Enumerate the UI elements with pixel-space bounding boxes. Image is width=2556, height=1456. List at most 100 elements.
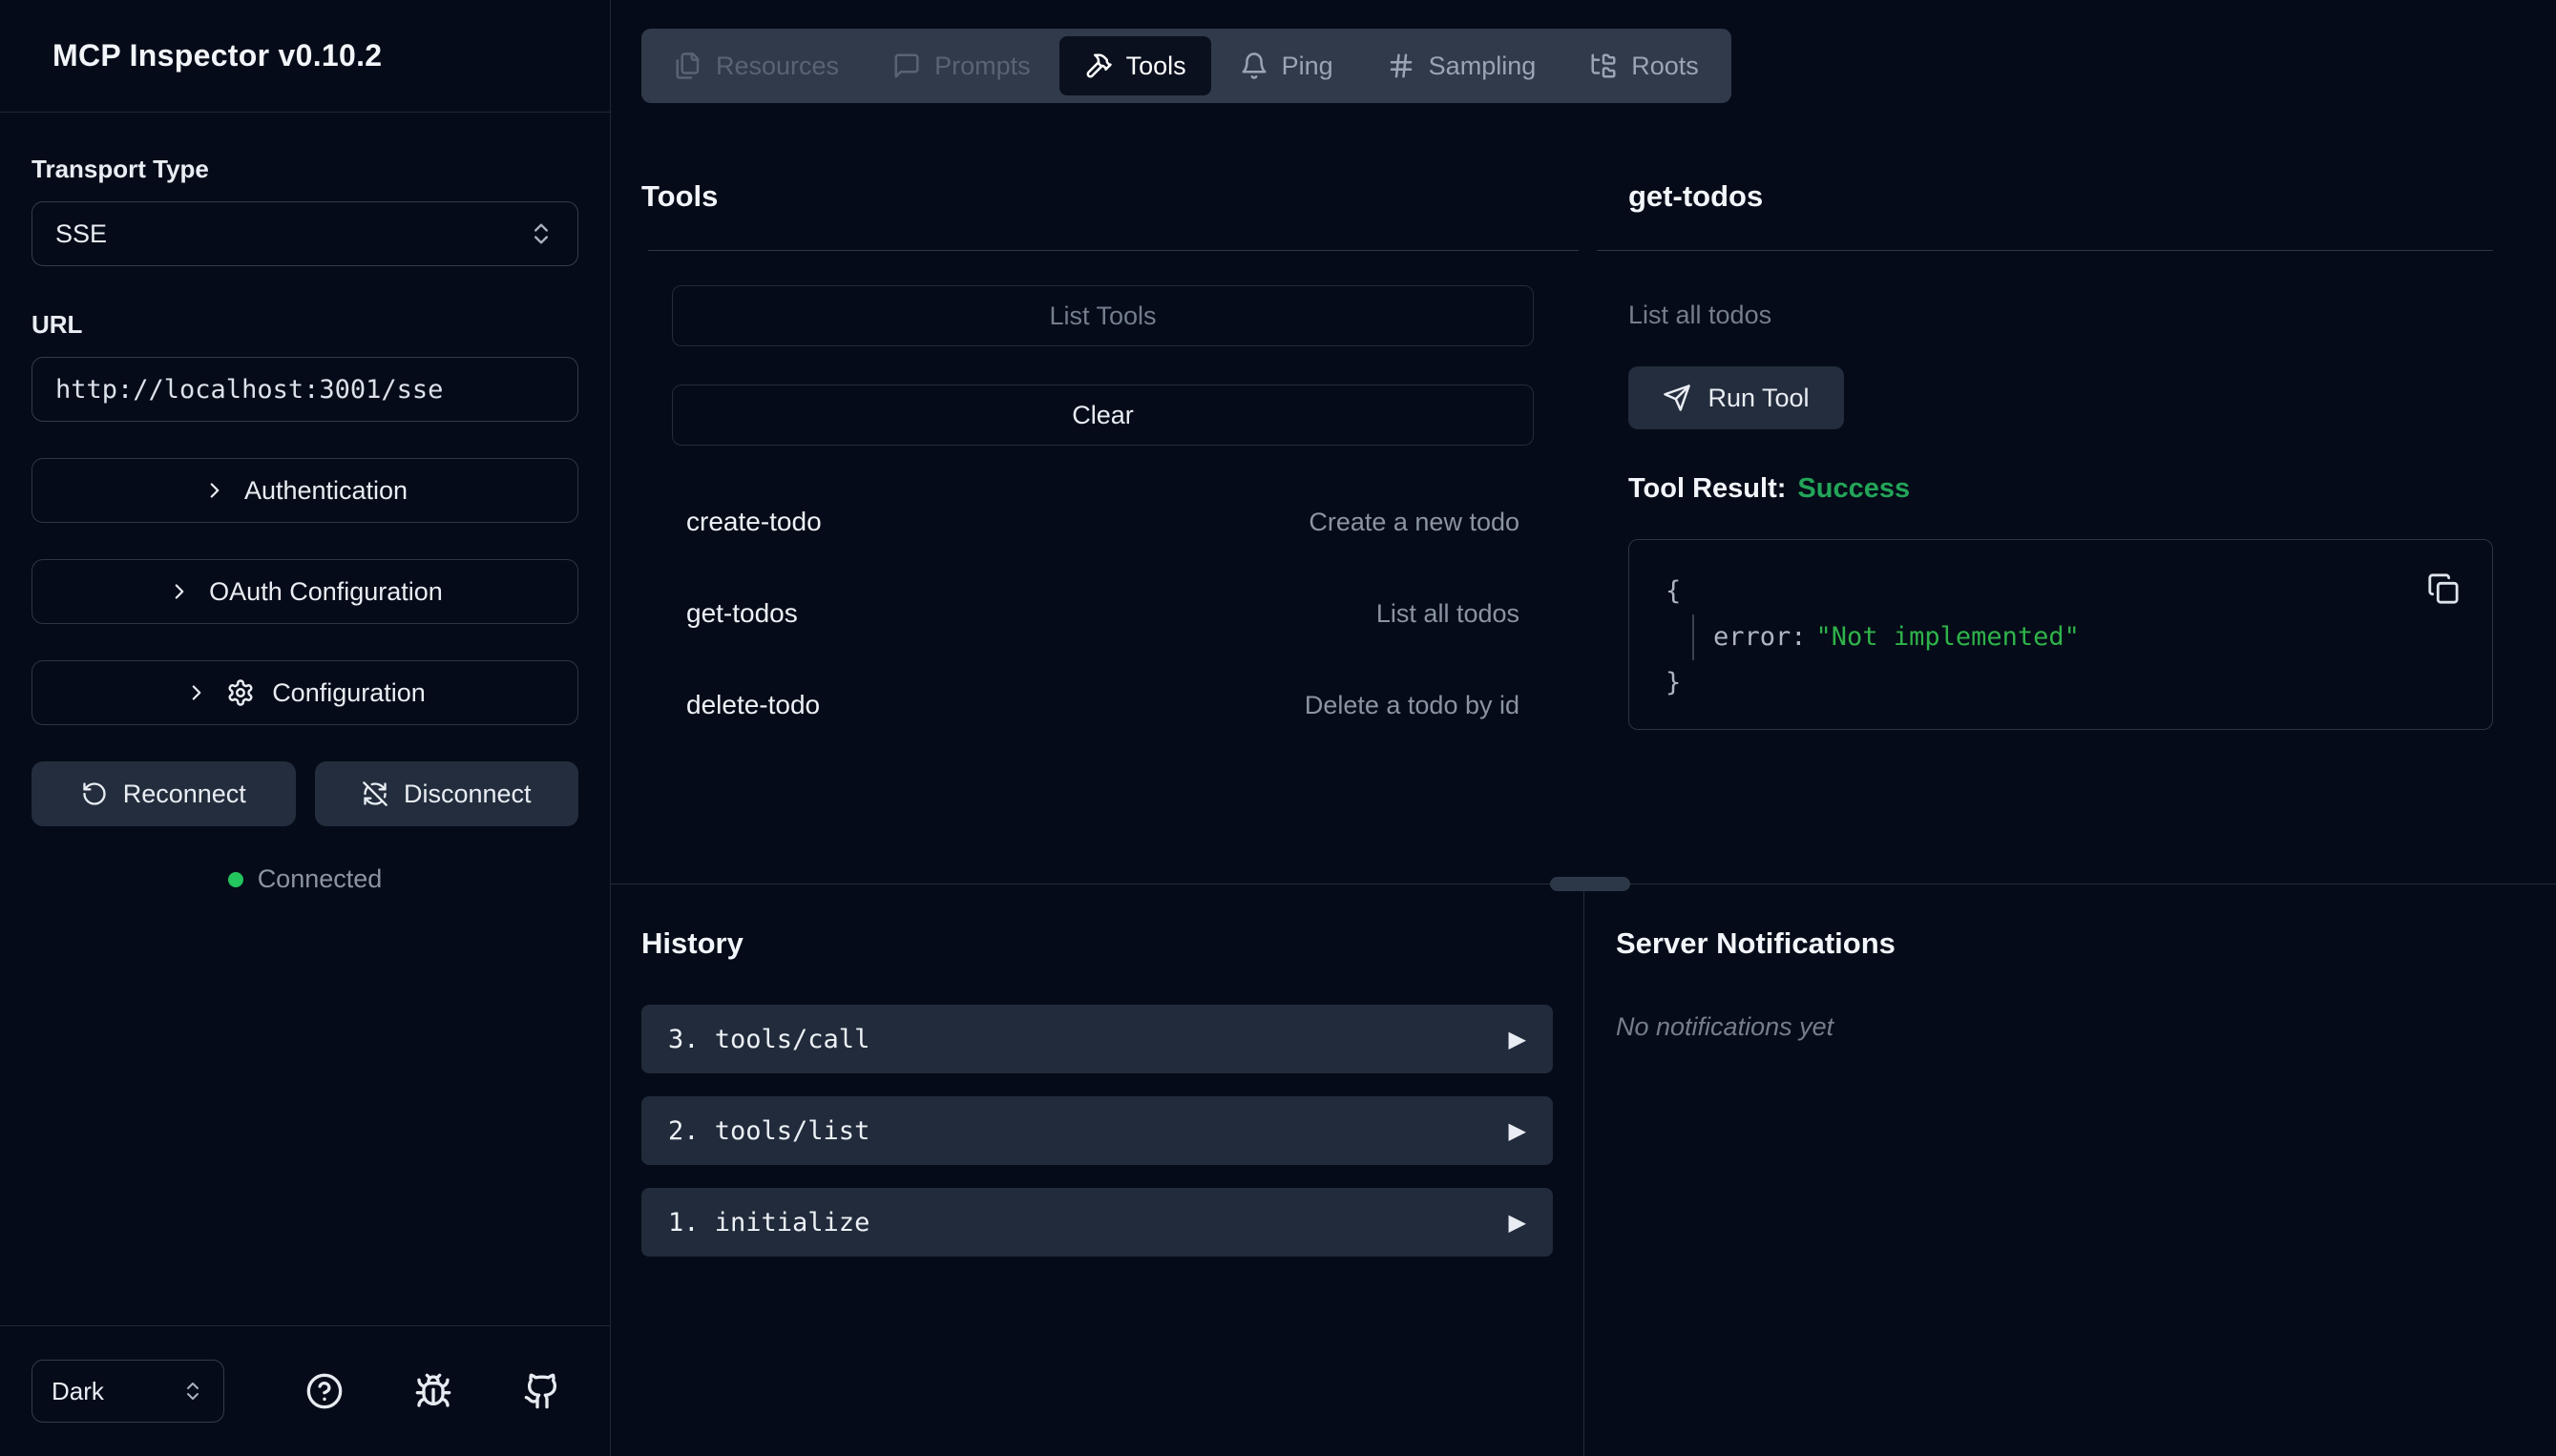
message-square-icon xyxy=(892,52,921,80)
folder-tree-icon xyxy=(1589,52,1618,80)
transport-type-select[interactable]: SSE xyxy=(31,201,578,266)
tabbar-wrap: Resources Prompts Tools xyxy=(611,0,2556,103)
authentication-button[interactable]: Authentication xyxy=(31,458,578,523)
status-text: Connected xyxy=(258,864,383,894)
oauth-configuration-button[interactable]: OAuth Configuration xyxy=(31,559,578,624)
caret-right-icon: ▶ xyxy=(1509,1117,1526,1144)
code-string-value: "Not implemented" xyxy=(1816,614,2080,660)
transport-type-label: Transport Type xyxy=(31,155,578,184)
tab-label: Sampling xyxy=(1429,52,1537,81)
theme-select[interactable]: Dark xyxy=(31,1360,224,1423)
tool-description: Delete a todo by id xyxy=(1305,691,1519,720)
reconnect-button[interactable]: Reconnect xyxy=(31,761,296,826)
copy-icon xyxy=(2427,572,2460,605)
top-panels: Resources Prompts Tools xyxy=(611,0,2556,884)
tool-name: create-todo xyxy=(686,507,822,537)
tool-row-get-todos[interactable]: get-todos List all todos xyxy=(672,568,1534,659)
tab-bar: Resources Prompts Tools xyxy=(641,29,1731,103)
tab-prompts[interactable]: Prompts xyxy=(868,36,1056,95)
tool-detail-panel: get-todos List all todos Run Tool Tool R… xyxy=(1584,103,2556,884)
bug-icon xyxy=(414,1372,452,1410)
tool-name: get-todos xyxy=(686,598,798,629)
code-open-brace: { xyxy=(1666,569,1681,614)
url-input[interactable]: http://localhost:3001/sse xyxy=(31,357,578,422)
refresh-off-icon xyxy=(362,780,388,807)
tool-description: Create a new todo xyxy=(1309,508,1519,537)
oauth-configuration-label: OAuth Configuration xyxy=(209,577,443,607)
indent-guide xyxy=(1692,614,1694,660)
chevrons-up-down-icon xyxy=(181,1380,204,1403)
tab-sampling[interactable]: Sampling xyxy=(1362,36,1561,95)
tab-label: Roots xyxy=(1631,52,1699,81)
url-label: URL xyxy=(31,310,578,340)
panel-resize-handle[interactable] xyxy=(1550,877,1630,891)
theme-value: Dark xyxy=(52,1377,104,1406)
tab-label: Tools xyxy=(1126,52,1186,81)
code-line-error: error: "Not implemented" xyxy=(1666,614,2492,660)
server-notifications-panel: Server Notifications No notifications ye… xyxy=(1584,884,2556,1456)
tools-inner: List Tools Clear create-todo Create a ne… xyxy=(641,285,1536,751)
gear-icon xyxy=(226,678,255,707)
status-dot xyxy=(228,872,243,887)
tab-label: Resources xyxy=(716,52,839,81)
chevron-right-icon xyxy=(167,579,192,604)
app-title: MCP Inspector v0.10.2 xyxy=(52,38,382,73)
sidebar-header: MCP Inspector v0.10.2 xyxy=(0,0,610,113)
tool-result-label: Tool Result: xyxy=(1628,473,1786,504)
tool-row-delete-todo[interactable]: delete-todo Delete a todo by id xyxy=(672,659,1534,751)
report-bug-button[interactable] xyxy=(414,1372,452,1410)
tool-result-status: Success xyxy=(1797,473,1910,504)
history-row-tools-list[interactable]: 2. tools/list ▶ xyxy=(641,1096,1553,1165)
tab-label: Prompts xyxy=(934,52,1031,81)
transport-type-value: SSE xyxy=(55,219,107,249)
list-tools-button[interactable]: List Tools xyxy=(672,285,1534,346)
history-heading: History xyxy=(641,926,1553,961)
tool-result-code-block: { error: "Not implemented" } xyxy=(1628,539,2493,730)
files-icon xyxy=(674,52,702,80)
tab-roots[interactable]: Roots xyxy=(1564,36,1724,95)
history-entry-label: 2. tools/list xyxy=(668,1116,869,1146)
help-button[interactable] xyxy=(305,1372,344,1410)
authentication-label: Authentication xyxy=(244,476,408,506)
tool-description: List all todos xyxy=(1376,599,1519,629)
caret-right-icon: ▶ xyxy=(1509,1209,1526,1236)
disconnect-button[interactable]: Disconnect xyxy=(315,761,579,826)
github-button[interactable] xyxy=(523,1372,561,1410)
tab-tools[interactable]: Tools xyxy=(1059,36,1211,95)
caret-right-icon: ▶ xyxy=(1509,1026,1526,1052)
history-entry-label: 1. initialize xyxy=(668,1208,869,1238)
reconnect-label: Reconnect xyxy=(123,780,246,809)
code-line-close: } xyxy=(1666,660,2492,706)
code-key: error: xyxy=(1713,614,1807,660)
sidebar: MCP Inspector v0.10.2 Transport Type SSE… xyxy=(0,0,611,1456)
server-notifications-heading: Server Notifications xyxy=(1616,926,2556,961)
tools-list-panel: Tools List Tools Clear create-todo Creat… xyxy=(611,103,1584,884)
clear-button[interactable]: Clear xyxy=(672,385,1534,446)
sidebar-body: Transport Type SSE URL http://localhost:… xyxy=(0,113,610,1325)
history-row-tools-call[interactable]: 3. tools/call ▶ xyxy=(641,1005,1553,1073)
main-area: Resources Prompts Tools xyxy=(611,0,2556,1456)
bottom-panels: History 3. tools/call ▶ 2. tools/list ▶ … xyxy=(611,884,2556,1456)
configuration-button[interactable]: Configuration xyxy=(31,660,578,725)
code-line-open: { xyxy=(1666,569,2492,614)
detail-divider xyxy=(1597,250,2493,251)
tool-row-create-todo[interactable]: create-todo Create a new todo xyxy=(672,476,1534,568)
tab-label: Ping xyxy=(1282,52,1333,81)
tools-divider xyxy=(648,250,1579,251)
code-close-brace: } xyxy=(1666,660,1681,706)
history-entry-label: 3. tools/call xyxy=(668,1025,869,1054)
tool-name: delete-todo xyxy=(686,690,820,720)
copy-button[interactable] xyxy=(2427,572,2460,605)
run-tool-button[interactable]: Run Tool xyxy=(1628,366,1844,429)
bell-icon xyxy=(1240,52,1268,80)
selected-tool-description: List all todos xyxy=(1628,301,2493,330)
run-tool-label: Run Tool xyxy=(1707,384,1809,413)
no-notifications-text: No notifications yet xyxy=(1616,1012,2556,1042)
rotate-ccw-icon xyxy=(81,780,108,807)
sidebar-footer: Dark xyxy=(0,1325,610,1456)
tab-ping[interactable]: Ping xyxy=(1215,36,1358,95)
history-row-initialize[interactable]: 1. initialize ▶ xyxy=(641,1188,1553,1257)
tab-resources[interactable]: Resources xyxy=(649,36,864,95)
history-list: 3. tools/call ▶ 2. tools/list ▶ 1. initi… xyxy=(641,1005,1553,1257)
chevron-right-icon xyxy=(202,478,227,503)
